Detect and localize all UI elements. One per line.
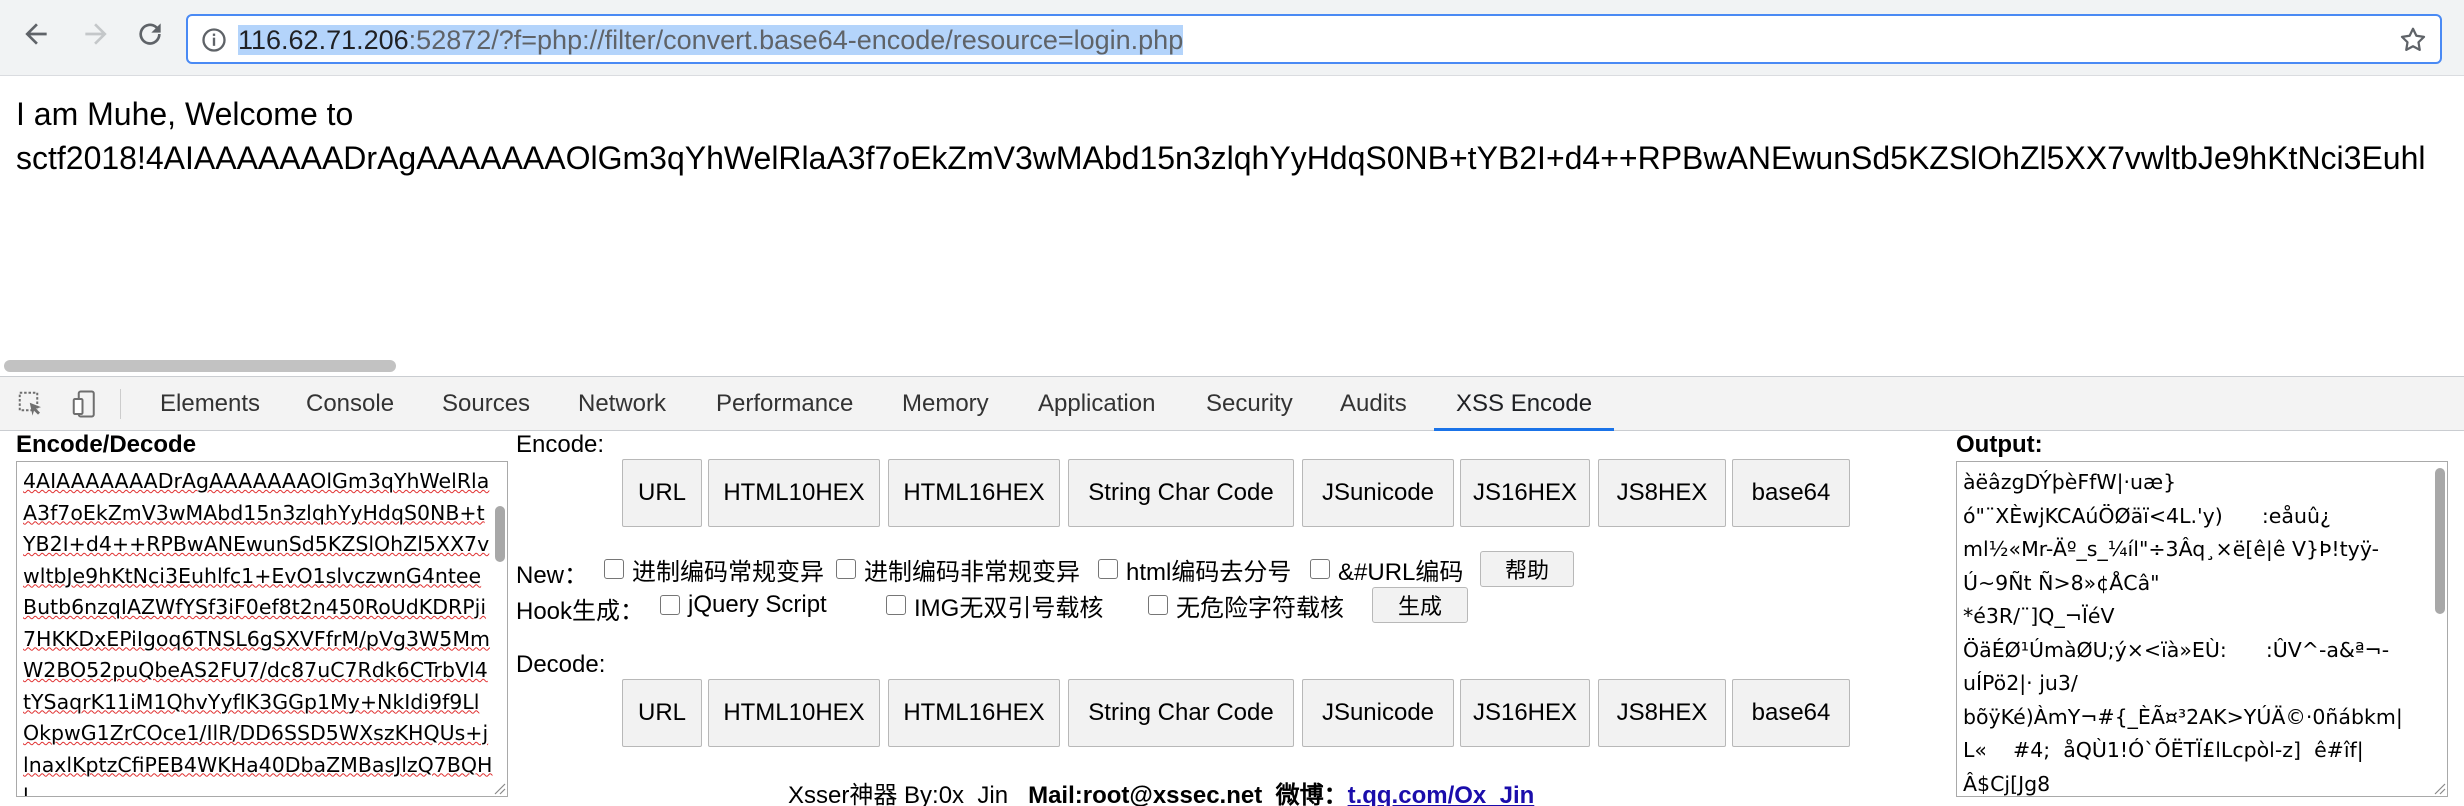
- decode-html10hex-button[interactable]: HTML10HEX: [708, 679, 880, 747]
- decode-string-char-code-button[interactable]: String Char Code: [1068, 679, 1294, 747]
- url-text[interactable]: 116.62.71.206:52872/?f=php://filter/conv…: [238, 24, 1184, 56]
- output-label: Output:: [1956, 431, 2043, 458]
- encode-string-char-code-button[interactable]: String Char Code: [1068, 459, 1294, 527]
- tool-credits: Xsser神器 By:0x_Jin Mail:root@xssec.net 微博…: [788, 775, 1534, 806]
- decode-url-button[interactable]: URL: [622, 679, 702, 747]
- flag-text: sctf2018!4AIAAAAAAADrAgAAAAAAAOlGm3qYhWe…: [16, 140, 2426, 176]
- option-label: &#URL编码: [1338, 558, 1464, 586]
- bookmark-star-icon[interactable]: [2398, 25, 2428, 55]
- resize-grip-icon[interactable]: [492, 781, 506, 795]
- encode-html16hex-button[interactable]: HTML16HEX: [888, 459, 1060, 527]
- decode-html16hex-button[interactable]: HTML16HEX: [888, 679, 1060, 747]
- resize-grip-icon[interactable]: [2432, 781, 2446, 795]
- output-text: àëâzgDÝþèFfW|·uæ} ó"¨XÈwjKCAúÖØäï<4L.'y)…: [1963, 470, 2403, 796]
- tab-security[interactable]: Security: [1206, 377, 1293, 431]
- option-no-dangerous-chars[interactable]: 无危险字符载核: [1148, 589, 1344, 622]
- tab-xss-encode[interactable]: XSS Encode: [1434, 377, 1615, 431]
- toolbar-divider: [120, 389, 121, 419]
- checkbox[interactable]: [660, 595, 680, 615]
- tab-elements[interactable]: Elements: [160, 377, 260, 431]
- encode-html10hex-button[interactable]: HTML10HEX: [708, 459, 880, 527]
- mail-text: Mail:root@xssec.net: [1028, 782, 1263, 806]
- checkbox[interactable]: [1310, 559, 1330, 579]
- checkbox[interactable]: [886, 595, 906, 615]
- encode-jsunicode-button[interactable]: JSunicode: [1302, 459, 1454, 527]
- url-path: :52872/?f=php://filter/convert.base64-en…: [408, 25, 1184, 55]
- option-radix-irregular[interactable]: 进制编码非常规变异: [836, 553, 1080, 586]
- option-label: 进制编码常规变异: [632, 558, 824, 586]
- generate-button[interactable]: 生成: [1372, 587, 1468, 623]
- output-textarea[interactable]: àëâzgDÝþèFfW|·uæ} ó"¨XÈwjKCAúÖØäï<4L.'y)…: [1956, 461, 2448, 797]
- option-html-no-semicolon[interactable]: html编码去分号: [1098, 553, 1292, 586]
- option-amp-url-encode[interactable]: &#URL编码: [1310, 553, 1464, 586]
- tab-sources[interactable]: Sources: [442, 377, 530, 431]
- address-bar[interactable]: 116.62.71.206:52872/?f=php://filter/conv…: [186, 14, 2442, 64]
- option-label: 进制编码非常规变异: [864, 558, 1080, 586]
- output-scrollbar-thumb[interactable]: [2435, 468, 2445, 614]
- option-label: jQuery Script: [688, 591, 827, 618]
- option-jquery-script[interactable]: jQuery Script: [660, 589, 827, 621]
- checkbox[interactable]: [1148, 595, 1168, 615]
- back-arrow-icon: [20, 18, 52, 55]
- checkbox[interactable]: [604, 559, 624, 579]
- devtools-tab-bar: Elements Console Sources Network Perform…: [0, 377, 2464, 431]
- decode-js16hex-button[interactable]: JS16HEX: [1460, 679, 1590, 747]
- welcome-text: I am Muhe, Welcome to: [16, 96, 354, 132]
- encode-decode-textarea[interactable]: 4AIAAAAAAADrAgAAAAAAAOlGm3qYhWelRlaA3f7o…: [16, 461, 508, 797]
- option-label: 无危险字符载核: [1176, 594, 1344, 622]
- weibo-label: 微博：: [1275, 782, 1348, 806]
- forward-button[interactable]: [74, 14, 118, 58]
- devtools-panel: Elements Console Sources Network Perform…: [0, 376, 2464, 806]
- encode-decode-label: Encode/Decode: [16, 431, 197, 458]
- tab-performance[interactable]: Performance: [716, 377, 853, 431]
- inspect-element-icon[interactable]: [16, 389, 46, 419]
- option-img-no-quotes[interactable]: IMG无双引号载核: [886, 589, 1104, 622]
- back-button[interactable]: [14, 14, 58, 58]
- horizontal-scrollbar-thumb[interactable]: [4, 360, 396, 372]
- tab-memory[interactable]: Memory: [902, 377, 989, 431]
- device-toolbar-icon[interactable]: [70, 389, 100, 419]
- encode-js16hex-button[interactable]: JS16HEX: [1460, 459, 1590, 527]
- new-label: New：: [516, 562, 589, 589]
- url-host: 116.62.71.206: [238, 25, 409, 55]
- encode-label: Encode:: [516, 431, 605, 458]
- reload-icon: [134, 18, 166, 55]
- input-scrollbar-thumb[interactable]: [495, 506, 505, 562]
- tab-application[interactable]: Application: [1038, 377, 1155, 431]
- forward-arrow-icon: [80, 18, 112, 55]
- decode-label: Decode:: [516, 651, 606, 678]
- encode-url-button[interactable]: URL: [622, 459, 702, 527]
- option-label: html编码去分号: [1126, 558, 1292, 586]
- decode-js8hex-button[interactable]: JS8HEX: [1598, 679, 1726, 747]
- browser-toolbar: 116.62.71.206:52872/?f=php://filter/conv…: [0, 0, 2464, 76]
- option-label: IMG无双引号载核: [914, 594, 1104, 622]
- weibo-link[interactable]: t.qq.com/Ox_Jin: [1348, 782, 1535, 806]
- encode-base64-button[interactable]: base64: [1732, 459, 1850, 527]
- checkbox[interactable]: [836, 559, 856, 579]
- encode-js8hex-button[interactable]: JS8HEX: [1598, 459, 1726, 527]
- reload-button[interactable]: [128, 14, 172, 58]
- help-button[interactable]: 帮助: [1480, 551, 1574, 587]
- option-radix-regular[interactable]: 进制编码常规变异: [604, 553, 824, 586]
- input-text: 4AIAAAAAAADrAgAAAAAAAOlGm3qYhWelRlaA3f7o…: [23, 469, 493, 797]
- decode-jsunicode-button[interactable]: JSunicode: [1302, 679, 1454, 747]
- author-text: Xsser神器 By:0x_Jin: [788, 782, 1009, 806]
- tab-audits[interactable]: Audits: [1340, 377, 1407, 431]
- info-icon[interactable]: [200, 26, 228, 54]
- checkbox[interactable]: [1098, 559, 1118, 579]
- hook-label: Hook生成：: [516, 598, 645, 625]
- tab-network[interactable]: Network: [578, 377, 666, 431]
- decode-base64-button[interactable]: base64: [1732, 679, 1850, 747]
- tab-console[interactable]: Console: [306, 377, 394, 431]
